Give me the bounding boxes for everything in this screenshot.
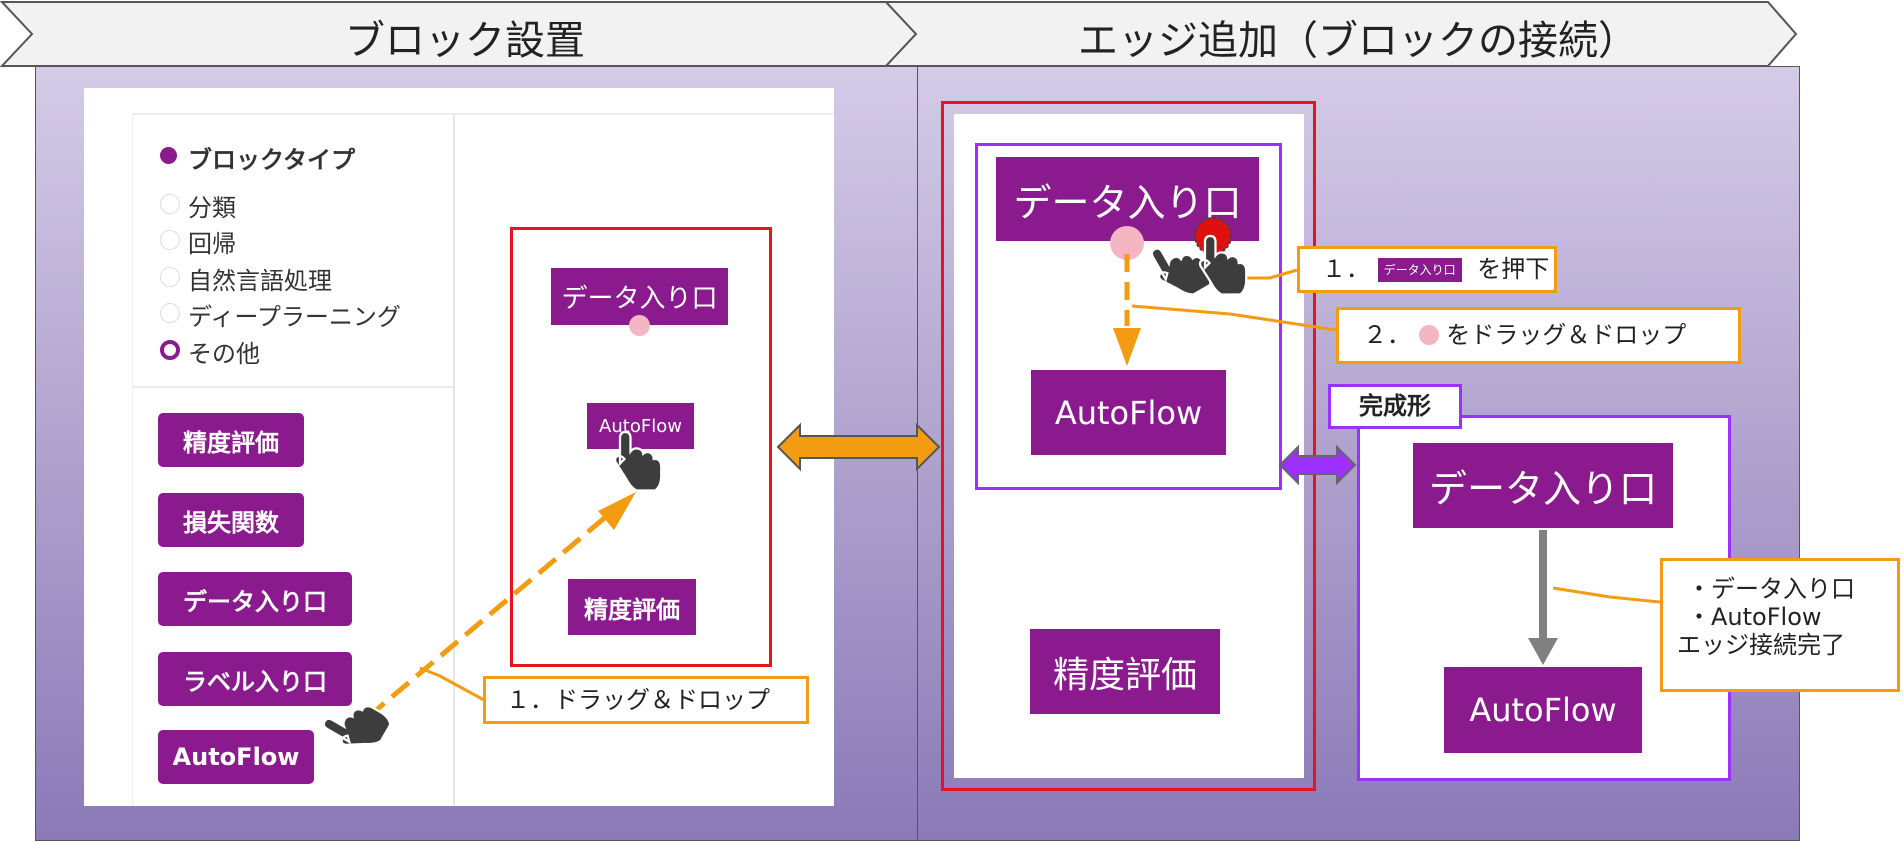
purple-double-arrow: [1278, 444, 1357, 486]
left-drag-arrowhead: [598, 492, 636, 530]
drag-callout-leader: [1131, 304, 1337, 332]
note-leader: [1552, 586, 1661, 604]
left-drag-arrow: [341, 513, 610, 740]
orange-double-arrow: [776, 422, 941, 472]
annotation-overlay: [318, 217, 1661, 761]
hand-pointer-icon-canvas: [613, 430, 663, 492]
hand-pointer-icon-palette: [318, 689, 395, 761]
mid-drag-arrowhead: [1113, 328, 1141, 366]
left-callout-leader: [419, 666, 485, 702]
completed-edge-arrowhead: [1528, 638, 1558, 665]
